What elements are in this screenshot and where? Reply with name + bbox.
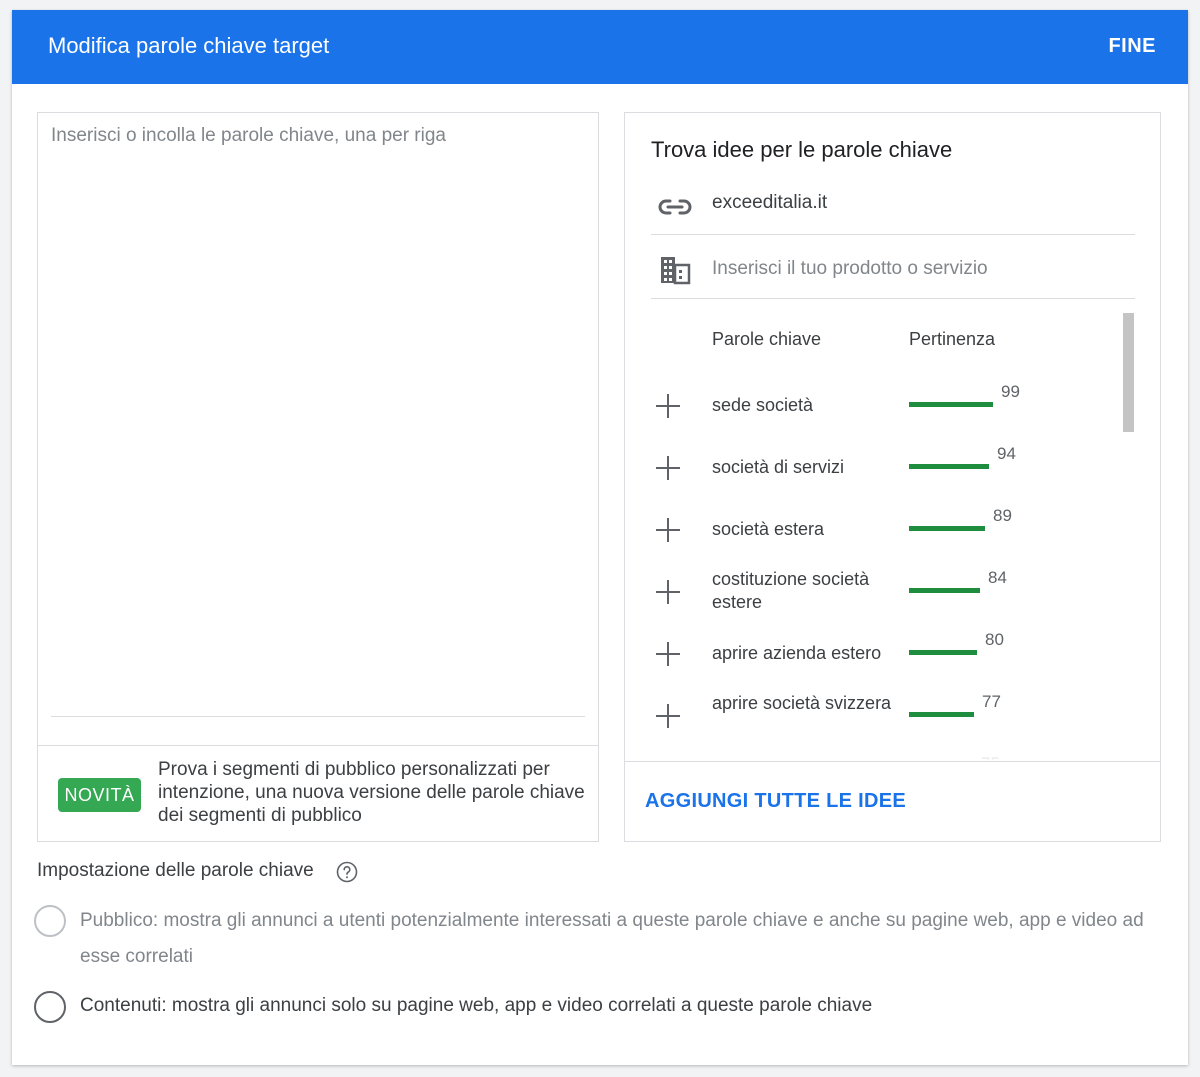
product-field[interactable] [651,243,1135,299]
promo-banner: NOVITÀ Prova i segmenti di pubblico pers… [38,745,598,841]
relevance-bar [909,402,993,407]
add-keyword-icon[interactable] [655,517,681,543]
relevance-bar [909,712,974,717]
relevance-bar [909,588,980,593]
idea-row: società estera 89 [651,499,1121,561]
idea-keyword: aprire società svizzera [712,693,892,713]
building-icon [661,257,691,285]
keyword-ideas-panel: Trova idee per le parole chiave exceedit… [624,112,1161,842]
radio-audience[interactable] [34,905,66,937]
relevance-bar [909,526,985,531]
relevance-score: 89 [993,506,1012,525]
idea-keyword: sede società [712,395,814,415]
idea-row: società di servizi 94 [651,437,1121,499]
url-field[interactable]: exceeditalia.it [651,175,1135,235]
new-badge: NOVITÀ [58,778,141,812]
edit-keywords-dialog: Modifica parole chiave target FINE NOVIT… [12,10,1188,1065]
idea-row: aprire società svizzera 77 [651,685,1121,747]
product-input[interactable] [712,258,1112,280]
idea-keyword: costituzione società estere [712,569,870,612]
relevance-score: 94 [997,444,1016,463]
keywords-textarea[interactable] [51,125,585,717]
add-keyword-icon[interactable] [655,641,681,667]
list-fade [651,741,1135,761]
idea-keyword: società estera [712,519,825,539]
url-value: exceeditalia.it [712,192,828,213]
idea-keyword: società di servizi [712,457,845,477]
relevance-score: 84 [988,568,1007,587]
dialog-header: Modifica parole chiave target FINE [12,10,1188,84]
dialog-title: Modifica parole chiave target [48,33,330,58]
relevance-score: 77 [982,692,1001,711]
done-button[interactable]: FINE [1108,35,1156,58]
column-header-keywords: Parole chiave [712,329,822,349]
idea-row: aprire azienda estero 80 [651,623,1121,685]
column-header-relevance: Pertinenza [909,329,996,349]
relevance-score: 80 [985,630,1004,649]
idea-row: sede società 99 [651,375,1121,437]
relevance-score: 99 [1001,382,1020,401]
help-circle-icon[interactable] [336,861,358,883]
relevance-bar [909,464,989,469]
ideas-list[interactable]: Parole chiave Pertinenza sede società 99 s… [651,313,1135,761]
add-keyword-icon[interactable] [655,393,681,419]
add-all-ideas-button[interactable]: AGGIUNGI TUTTE LE IDEE [645,790,906,813]
add-keyword-icon[interactable] [655,579,681,605]
ideas-footer: AGGIUNGI TUTTE LE IDEE [625,761,1160,841]
keyword-settings-title: Impostazione delle parole chiave [37,860,314,881]
link-icon [658,199,692,215]
add-keyword-icon[interactable] [655,703,681,729]
radio-audience-label: Pubblico: mostra gli annunci a utenti po… [80,910,1144,967]
add-keyword-icon[interactable] [655,455,681,481]
keyword-entry-panel: NOVITÀ Prova i segmenti di pubblico pers… [37,112,599,842]
relevance-bar [909,650,977,655]
radio-content[interactable] [34,991,66,1023]
radio-content-label: Contenuti: mostra gli annunci solo su pa… [80,995,873,1016]
promo-text: Prova i segmenti di pubblico personalizz… [158,759,585,826]
idea-keyword: aprire azienda estero [712,643,882,663]
idea-row: costituzione società estere 84 [651,561,1121,623]
ideas-title: Trova idee per le parole chiave [651,137,953,162]
scrollbar-thumb[interactable] [1123,313,1134,432]
